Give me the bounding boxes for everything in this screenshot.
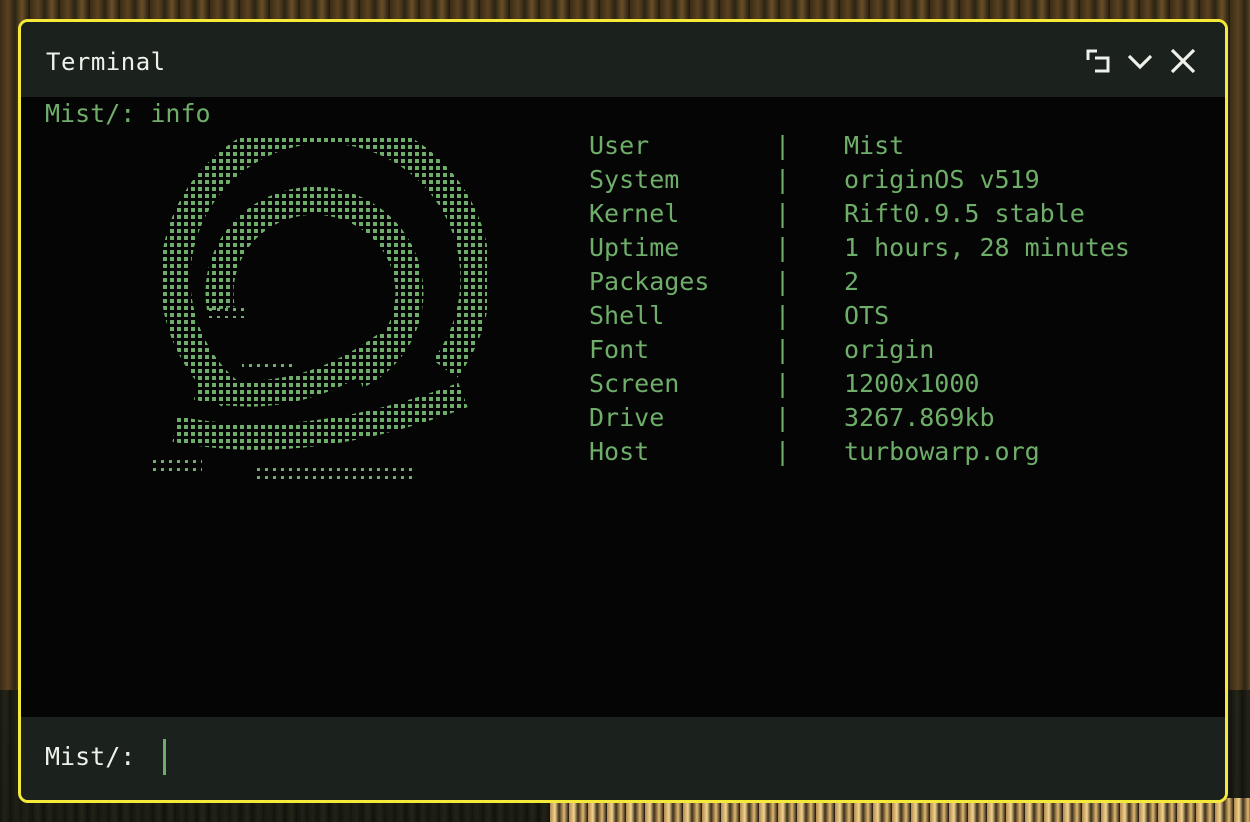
info-key: Kernel [589, 199, 680, 228]
info-row-user: User | Mist [589, 131, 1209, 165]
info-key: User [589, 131, 650, 160]
info-row-host: Host | turbowarp.org [589, 437, 1209, 471]
collapse-button[interactable] [1125, 46, 1155, 76]
close-icon [1170, 48, 1196, 74]
info-value: 1 hours, 28 minutes [844, 233, 1130, 262]
command-input[interactable] [161, 737, 1201, 777]
terminal-window: Terminal Mist/: info User | Mist System … [18, 19, 1228, 803]
info-separator: | [775, 403, 791, 432]
info-value: OTS [844, 301, 890, 330]
maximize-button[interactable] [1083, 46, 1113, 76]
info-value: turbowarp.org [844, 437, 1040, 466]
title-bar[interactable]: Terminal [21, 22, 1225, 97]
info-row-font: Font | origin [589, 335, 1209, 369]
command-text: info [150, 99, 211, 128]
info-row-kernel: Kernel | Rift0.9.5 stable [589, 199, 1209, 233]
info-row-shell: Shell | OTS [589, 301, 1209, 335]
command-input-bar: Mist/: [21, 717, 1225, 800]
info-value: Rift0.9.5 stable [844, 199, 1085, 228]
info-separator: | [775, 301, 791, 330]
maximize-icon [1086, 49, 1110, 73]
info-separator: | [775, 199, 791, 228]
info-separator: | [775, 369, 791, 398]
origin-ascii-logo [127, 137, 487, 487]
close-button[interactable] [1168, 46, 1198, 76]
info-key: System [589, 165, 680, 194]
text-caret [163, 739, 166, 775]
info-key: Uptime [589, 233, 680, 262]
logo-dots [149, 137, 487, 484]
info-separator: | [775, 165, 791, 194]
info-key: Font [589, 335, 650, 364]
command-line: Mist/: info [45, 99, 211, 128]
info-row-screen: Screen | 1200x1000 [589, 369, 1209, 403]
command-prompt: Mist/: [45, 99, 136, 128]
info-value: origin [844, 335, 935, 364]
info-row-packages: Packages | 2 [589, 267, 1209, 301]
chevron-down-icon [1127, 54, 1153, 70]
window-title: Terminal [46, 48, 166, 76]
input-prompt: Mist/: [45, 742, 136, 771]
info-value: 2 [844, 267, 860, 296]
info-value: 1200x1000 [844, 369, 980, 398]
info-separator: | [775, 335, 791, 364]
info-value: originOS v519 [844, 165, 1040, 194]
info-row-drive: Drive | 3267.869kb [589, 403, 1209, 437]
info-separator: | [775, 131, 791, 160]
info-separator: | [775, 267, 791, 296]
info-key: Host [589, 437, 650, 466]
info-separator: | [775, 233, 791, 262]
info-row-uptime: Uptime | 1 hours, 28 minutes [589, 233, 1209, 267]
info-key: Shell [589, 301, 665, 330]
info-row-system: System | originOS v519 [589, 165, 1209, 199]
info-key: Screen [589, 369, 680, 398]
info-key: Packages [589, 267, 710, 296]
info-value: 3267.869kb [844, 403, 995, 432]
info-value: Mist [844, 131, 905, 160]
info-key: Drive [589, 403, 665, 432]
info-separator: | [775, 437, 791, 466]
terminal-output: Mist/: info User | Mist System | originO… [21, 97, 1225, 717]
